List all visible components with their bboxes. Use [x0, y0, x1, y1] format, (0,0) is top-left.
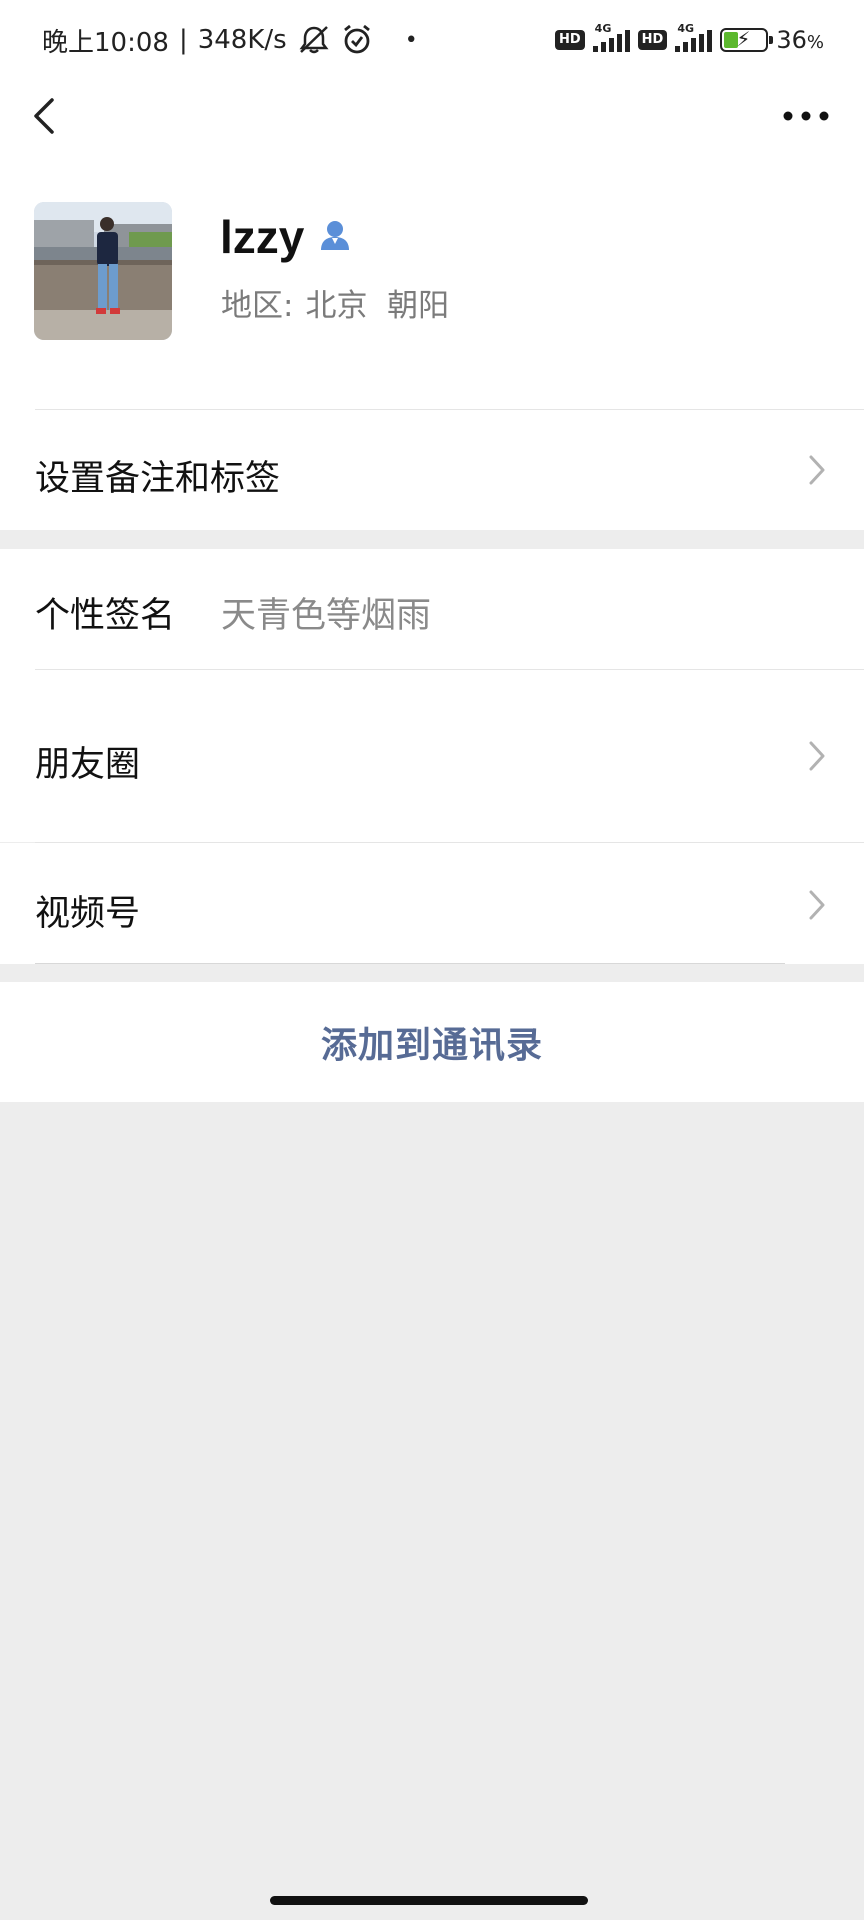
add-to-contacts-label: 添加到通讯录 — [320, 1025, 543, 1066]
status-bar: 晚上10:08 | 348K/s • HD 4G HD 4G ⚡ 36% — [0, 0, 864, 80]
signal-icon-2: 4G — [675, 22, 713, 52]
set-remarks-label: 设置备注和标签 — [35, 459, 281, 499]
region: 地区: 北京 朝阳 — [221, 280, 449, 325]
signature-row: 个性签名 天青色等烟雨 — [0, 549, 864, 669]
moments-label: 朋友圈 — [35, 745, 141, 785]
mute-bell-icon — [299, 26, 329, 54]
status-right: HD 4G HD 4G ⚡ 36% — [555, 22, 824, 54]
home-indicator[interactable] — [270, 1896, 588, 1905]
hd-badge-2: HD — [637, 30, 668, 50]
chevron-right-icon — [809, 741, 825, 771]
back-arrow-icon[interactable] — [28, 94, 64, 138]
hd-badge-1: HD — [555, 30, 585, 50]
signature-label: 个性签名 — [35, 596, 176, 636]
more-dots-icon[interactable] — [778, 100, 834, 132]
battery-percent: 36% — [776, 26, 824, 54]
chevron-right-icon — [809, 455, 825, 485]
network-type-2: 4G — [677, 22, 695, 35]
signature-value: 天青色等烟雨 — [221, 596, 432, 636]
add-to-contacts-button[interactable]: 添加到通讯录 — [0, 982, 864, 1102]
person-icon — [321, 221, 349, 250]
channels-row[interactable]: 视频号 — [0, 843, 864, 964]
battery-charging-icon: ⚡ — [720, 27, 774, 52]
region-value: 北京 朝阳 — [305, 288, 450, 324]
network-type-1: 4G — [594, 22, 612, 35]
chevron-right-icon — [809, 890, 825, 920]
channels-label: 视频号 — [35, 894, 141, 934]
status-separator: | — [178, 25, 188, 55]
region-label: 地区: — [221, 288, 294, 324]
divider — [35, 963, 785, 964]
status-left: 晚上10:08 | 348K/s • — [42, 22, 418, 59]
signal-icon-1: 4G — [592, 22, 630, 52]
alarm-icon — [343, 24, 370, 54]
network-speed: 348K/s — [197, 25, 287, 55]
profile-header: lzzy 地区: 北京 朝阳 — [0, 152, 864, 410]
status-time: 晚上10:08 — [42, 27, 169, 58]
set-remarks-row[interactable]: 设置备注和标签 — [0, 410, 864, 530]
profile-name: lzzy — [220, 211, 305, 263]
avatar[interactable] — [34, 202, 172, 340]
contact-profile-page: 晚上10:08 | 348K/s • HD 4G HD 4G ⚡ 36% lzz… — [0, 0, 864, 1920]
moments-row[interactable]: 朋友圈 — [0, 670, 864, 842]
nav-bar — [0, 80, 864, 152]
dot-icon: • — [404, 27, 418, 53]
